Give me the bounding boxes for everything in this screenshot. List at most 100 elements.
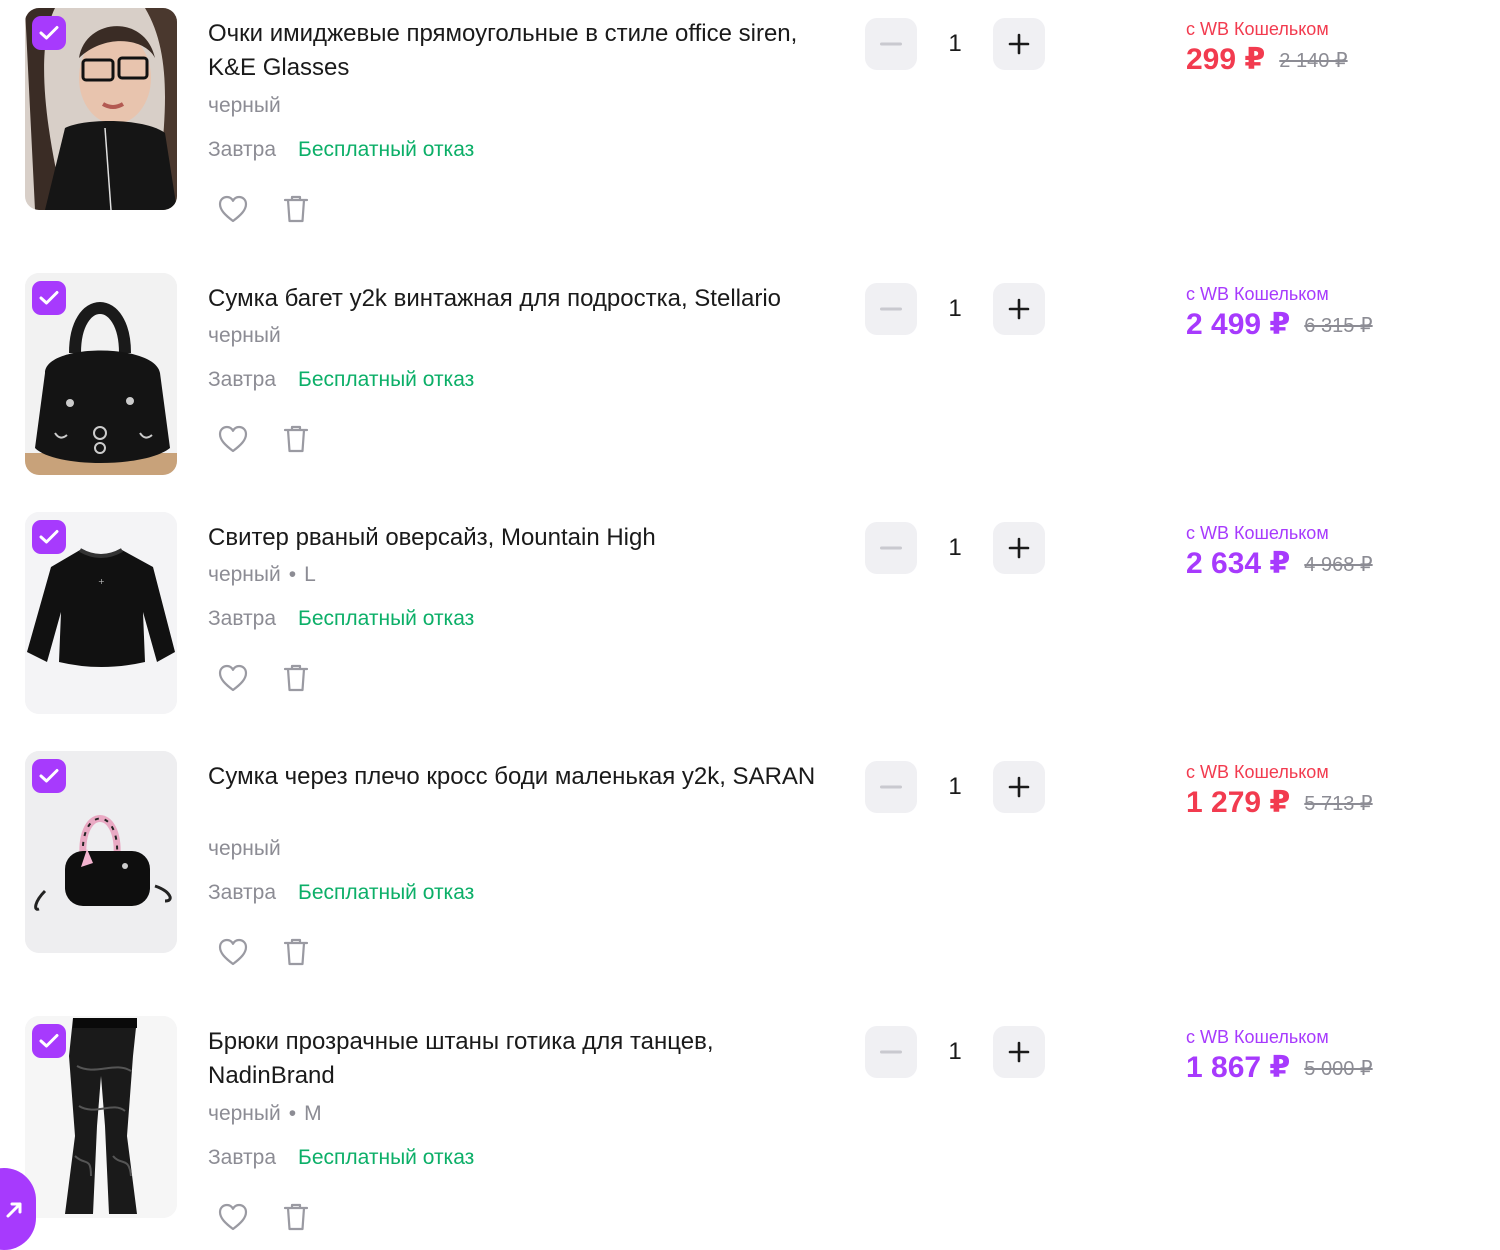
increase-button[interactable] — [993, 1026, 1045, 1078]
wallet-label: с WB Кошельком — [1186, 762, 1329, 782]
product-variant: черный — [208, 835, 281, 863]
heart-icon — [218, 1203, 248, 1231]
delivery-date: Завтра — [208, 1146, 277, 1169]
product-color: черный — [208, 837, 281, 860]
decrease-button[interactable] — [865, 1026, 917, 1078]
heart-icon — [218, 664, 248, 692]
product-image[interactable]: + — [25, 512, 177, 714]
current-price: 2 499 ₽ — [1186, 308, 1291, 341]
decrease-button[interactable] — [865, 761, 917, 813]
favorite-button[interactable] — [213, 419, 253, 459]
increase-button[interactable] — [993, 522, 1045, 574]
cart-item: Брюки прозрачные штаны готика для танцев… — [0, 1016, 1500, 1250]
decrease-button[interactable] — [865, 283, 917, 335]
wallet-label: с WB Кошельком — [1186, 523, 1329, 543]
old-price: 6 315 ₽ — [1304, 315, 1373, 337]
free-return-label: Бесплатный отказ — [298, 368, 475, 391]
product-color: черный — [208, 1102, 281, 1125]
trash-icon — [283, 1203, 309, 1231]
minus-icon — [880, 546, 902, 550]
check-icon — [39, 26, 59, 40]
delivery-date: Завтра — [208, 138, 277, 161]
current-price: 1 279 ₽ — [1186, 786, 1291, 819]
select-checkbox[interactable] — [32, 1024, 66, 1058]
increase-button[interactable] — [993, 761, 1045, 813]
delete-button[interactable] — [276, 419, 316, 459]
product-variant: черный — [208, 322, 281, 350]
price-block: 1 279 ₽ 5 713 ₽ — [1186, 785, 1373, 821]
trash-icon — [283, 664, 309, 692]
product-color: черный — [208, 563, 281, 586]
cart-item: + Свитер рваный оверсайз, Mountain High … — [0, 512, 1500, 752]
current-price: 299 ₽ — [1186, 43, 1266, 76]
product-image[interactable] — [25, 273, 177, 475]
delivery-date: Завтра — [208, 881, 277, 904]
price-block: 1 867 ₽ 5 000 ₽ — [1186, 1050, 1373, 1086]
current-price: 1 867 ₽ — [1186, 1051, 1291, 1084]
quantity-value[interactable]: 1 — [917, 283, 993, 335]
increase-button[interactable] — [993, 18, 1045, 70]
delivery-info: Завтра Бесплатный отказ — [208, 605, 474, 633]
variant-separator: • — [288, 563, 297, 586]
select-checkbox[interactable] — [32, 16, 66, 50]
delete-button[interactable] — [276, 932, 316, 972]
quantity-value[interactable]: 1 — [917, 522, 993, 574]
plus-icon — [1008, 776, 1030, 798]
cart-list: Очки имиджевые прямоугольные в стиле off… — [0, 0, 1500, 1250]
product-title[interactable]: Свитер рваный оверсайз, Mountain High — [208, 521, 833, 555]
cart-item: Сумка багет y2k винтажная для подростка,… — [0, 273, 1500, 513]
product-image[interactable] — [25, 751, 177, 953]
wallet-label: с WB Кошельком — [1186, 284, 1329, 304]
select-checkbox[interactable] — [32, 281, 66, 315]
cart-item: Сумка через плечо кросс боди маленькая y… — [0, 751, 1500, 991]
heart-icon — [218, 938, 248, 966]
cart-item: Очки имиджевые прямоугольные в стиле off… — [0, 8, 1500, 248]
product-title[interactable]: Очки имиджевые прямоугольные в стиле off… — [208, 17, 833, 85]
delivery-date: Завтра — [208, 368, 277, 391]
wallet-label: с WB Кошельком — [1186, 1027, 1329, 1047]
free-return-label: Бесплатный отказ — [298, 1146, 475, 1169]
select-checkbox[interactable] — [32, 759, 66, 793]
check-icon — [39, 291, 59, 305]
product-title[interactable]: Брюки прозрачные штаны готика для танцев… — [208, 1025, 833, 1093]
old-price: 5 000 ₽ — [1304, 1058, 1373, 1080]
product-color: черный — [208, 324, 281, 347]
trash-icon — [283, 425, 309, 453]
decrease-button[interactable] — [865, 522, 917, 574]
quantity-value[interactable]: 1 — [917, 1026, 993, 1078]
plus-icon — [1008, 298, 1030, 320]
delete-button[interactable] — [276, 658, 316, 698]
free-return-label: Бесплатный отказ — [298, 881, 475, 904]
product-title[interactable]: Сумка через плечо кросс боди маленькая y… — [208, 760, 833, 794]
decrease-button[interactable] — [865, 18, 917, 70]
product-variant: черный • M — [208, 1100, 322, 1128]
trash-icon — [283, 195, 309, 223]
trash-icon — [283, 938, 309, 966]
quantity-value[interactable]: 1 — [917, 18, 993, 70]
heart-icon — [218, 195, 248, 223]
delivery-info: Завтра Бесплатный отказ — [208, 1144, 474, 1172]
favorite-button[interactable] — [213, 1197, 253, 1237]
product-title[interactable]: Сумка багет y2k винтажная для подростка,… — [208, 282, 833, 316]
quantity-stepper: 1 — [865, 1026, 1045, 1078]
minus-icon — [880, 307, 902, 311]
price-block: 299 ₽ 2 140 ₽ — [1186, 42, 1348, 78]
product-size: L — [304, 563, 316, 586]
check-icon — [39, 1034, 59, 1048]
favorite-button[interactable] — [213, 189, 253, 229]
delete-button[interactable] — [276, 1197, 316, 1237]
free-return-label: Бесплатный отказ — [298, 607, 475, 630]
favorite-button[interactable] — [213, 658, 253, 698]
increase-button[interactable] — [993, 283, 1045, 335]
favorite-button[interactable] — [213, 932, 253, 972]
price-block: 2 634 ₽ 4 968 ₽ — [1186, 546, 1373, 582]
delivery-info: Завтра Бесплатный отказ — [208, 366, 474, 394]
svg-text:+: + — [98, 577, 105, 586]
product-image[interactable] — [25, 1016, 177, 1218]
product-image[interactable] — [25, 8, 177, 210]
delete-button[interactable] — [276, 189, 316, 229]
plus-icon — [1008, 1041, 1030, 1063]
quantity-value[interactable]: 1 — [917, 761, 993, 813]
check-icon — [39, 530, 59, 544]
select-checkbox[interactable] — [32, 520, 66, 554]
